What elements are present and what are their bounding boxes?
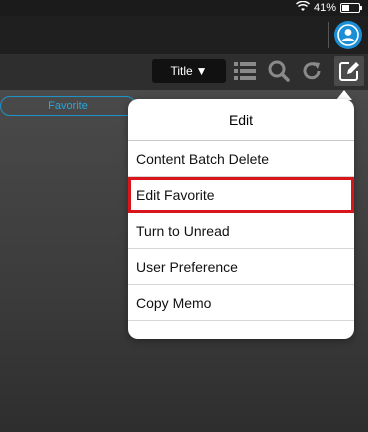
edit-icon: [339, 62, 359, 81]
search-icon: [268, 60, 290, 82]
status-indicators: 41%: [295, 0, 362, 15]
account-button[interactable]: [334, 21, 362, 49]
title-sort-label: Title: [170, 64, 193, 78]
top-bar: [0, 16, 368, 54]
menu-item-copy-memo[interactable]: Copy Memo: [128, 285, 354, 321]
menu-item-edit-favorite[interactable]: Edit Favorite: [128, 177, 354, 213]
menu-item-label: Turn to Unread: [136, 222, 230, 239]
menu-item-label: Edit Favorite: [136, 186, 215, 203]
battery-fill: [342, 5, 349, 11]
edit-button[interactable]: [334, 56, 364, 86]
search-button[interactable]: [266, 58, 292, 84]
wifi-icon: [295, 0, 310, 15]
menu-item-turn-to-unread[interactable]: Turn to Unread: [128, 213, 354, 249]
tab-favorite-label: Favorite: [48, 100, 88, 112]
popover-title: Edit: [128, 99, 354, 141]
top-divider: [328, 22, 329, 48]
menu-item-label: Copy Memo: [136, 294, 212, 311]
battery-icon: [340, 3, 362, 13]
refresh-icon: [303, 62, 321, 80]
edit-popover-menu: Edit Content Batch Delete Edit Favorite …: [128, 99, 354, 339]
tab-favorite[interactable]: Favorite: [0, 96, 136, 116]
status-bar: 41%: [0, 0, 368, 16]
menu-item-user-preference[interactable]: User Preference: [128, 249, 354, 285]
list-view-button[interactable]: [232, 58, 258, 84]
list-icon: [234, 62, 256, 80]
menu-item-label: Content Batch Delete: [136, 150, 270, 167]
chevron-down-icon: ▼: [195, 64, 208, 78]
user-avatar-icon: [337, 24, 359, 46]
menu-item-content-batch-delete[interactable]: Content Batch Delete: [128, 141, 354, 177]
battery-percent: 41%: [313, 2, 336, 14]
refresh-button[interactable]: [299, 58, 325, 84]
menu-item-label: User Preference: [136, 258, 238, 275]
title-sort-dropdown[interactable]: Title ▼: [152, 59, 226, 83]
